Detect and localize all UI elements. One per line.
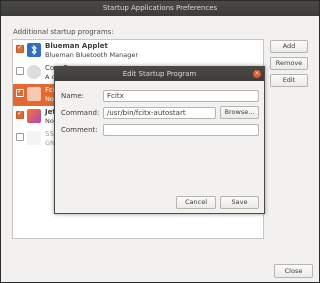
- enable-checkbox[interactable]: [16, 109, 24, 119]
- name-field[interactable]: Fcitx: [103, 90, 259, 102]
- enable-checkbox[interactable]: [16, 133, 24, 141]
- add-button[interactable]: Add: [270, 40, 308, 53]
- jetbrains-icon: [27, 109, 41, 123]
- edit-startup-program-dialog: Edit Startup Program × Name: Fcitx Comma…: [54, 66, 265, 214]
- close-button[interactable]: Close: [274, 264, 313, 278]
- save-button[interactable]: Save: [220, 196, 259, 209]
- program-row-blueman[interactable]: Blueman Applet Blueman Bluetooth Manager: [13, 40, 263, 62]
- window-titlebar: Startup Applications Preferences: [1, 1, 319, 16]
- copyq-icon: [27, 65, 41, 79]
- browse-button[interactable]: Browse...: [220, 106, 259, 119]
- name-label: Name:: [61, 92, 85, 100]
- edit-button[interactable]: Edit: [270, 74, 308, 87]
- command-field[interactable]: /usr/bin/fcitx-autostart: [103, 107, 216, 119]
- bluetooth-icon: [27, 43, 41, 57]
- program-subtitle: Blueman Bluetooth Manager: [45, 51, 138, 59]
- enable-checkbox[interactable]: [16, 67, 24, 75]
- key-icon: [27, 131, 41, 145]
- enable-checkbox[interactable]: [16, 87, 24, 97]
- remove-button[interactable]: Remove: [270, 57, 308, 70]
- enable-checkbox[interactable]: [16, 43, 24, 53]
- cancel-button[interactable]: Cancel: [176, 196, 216, 209]
- dialog-close-icon[interactable]: ×: [253, 70, 261, 78]
- comment-label: Comment:: [61, 126, 98, 134]
- command-label: Command:: [61, 109, 100, 117]
- program-title: Blueman Applet: [45, 42, 108, 50]
- dialog-title: Edit Startup Program: [55, 67, 264, 81]
- section-label: Additional startup programs:: [13, 28, 114, 36]
- comment-field[interactable]: [103, 124, 259, 136]
- fcitx-icon: [27, 87, 41, 101]
